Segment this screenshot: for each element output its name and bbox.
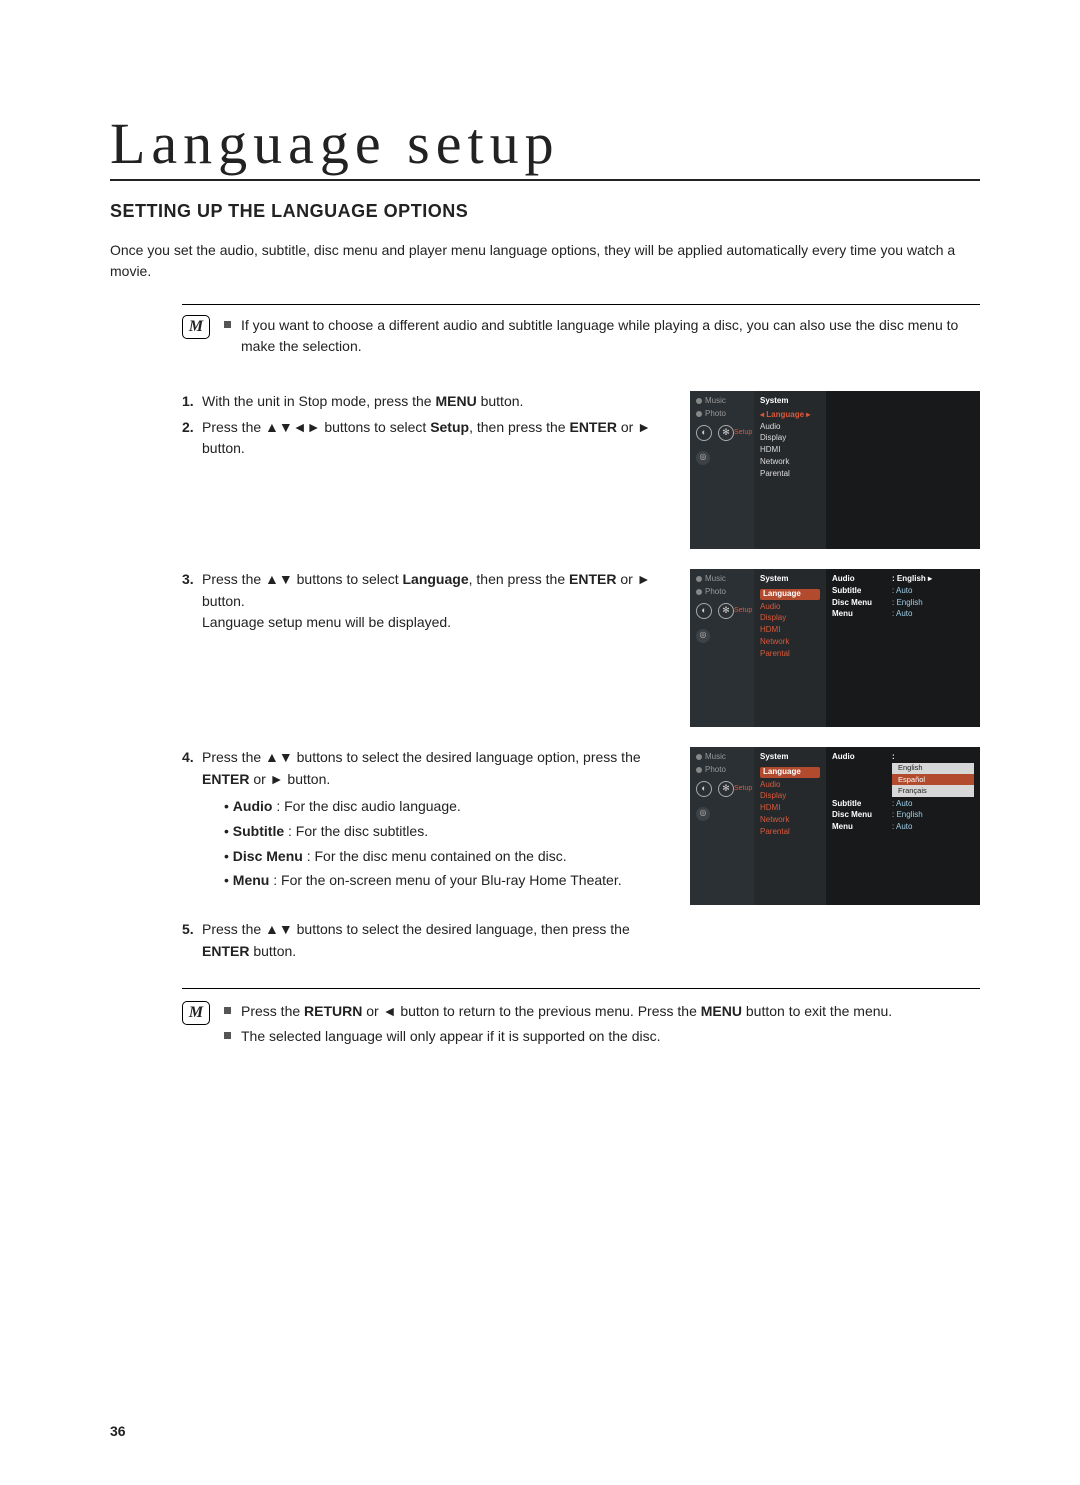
osd-screenshot-1: Music Photo ◐ ✻ Setup ◎ System ◂ Languag… bbox=[690, 391, 980, 549]
osd-screenshot-3: Music Photo ◐ ✻ Setup ◎ System Language … bbox=[690, 747, 980, 905]
pencil-note-icon: M bbox=[182, 315, 210, 339]
media-icon: ◐ bbox=[696, 425, 712, 441]
note-top: M If you want to choose a different audi… bbox=[182, 304, 980, 367]
page-number: 36 bbox=[110, 1423, 126, 1439]
square-bullet-icon bbox=[224, 1032, 231, 1039]
language-dropdown: English Español Français bbox=[892, 763, 974, 797]
step-4: 4. Press the ▲▼ buttons to select the de… bbox=[182, 747, 660, 905]
square-bullet-icon bbox=[224, 321, 231, 328]
chapter-title: Language setup bbox=[110, 110, 980, 181]
square-bullet-icon bbox=[224, 1007, 231, 1014]
note-text: Press the RETURN or ◄ button to return t… bbox=[241, 1001, 892, 1022]
intro-paragraph: Once you set the audio, subtitle, disc m… bbox=[110, 240, 980, 282]
step-5: 5. Press the ▲▼ buttons to select the de… bbox=[182, 919, 660, 966]
note-text: The selected language will only appear i… bbox=[241, 1026, 660, 1047]
steps-12: 1. With the unit in Stop mode, press the… bbox=[182, 391, 660, 549]
pencil-note-icon: M bbox=[182, 1001, 210, 1025]
note-bottom: M Press the RETURN or ◄ button to return… bbox=[182, 988, 980, 1051]
gear-icon: ✻ bbox=[718, 425, 734, 441]
osd-screenshot-2: Music Photo ◐ ✻ Setup ◎ System Language … bbox=[690, 569, 980, 727]
step-3: 3. Press the ▲▼ buttons to select Langua… bbox=[182, 569, 660, 727]
note-text: If you want to choose a different audio … bbox=[241, 315, 980, 357]
section-heading: SETTING UP THE LANGUAGE OPTIONS bbox=[110, 201, 980, 222]
disc-icon: ◎ bbox=[696, 451, 710, 465]
